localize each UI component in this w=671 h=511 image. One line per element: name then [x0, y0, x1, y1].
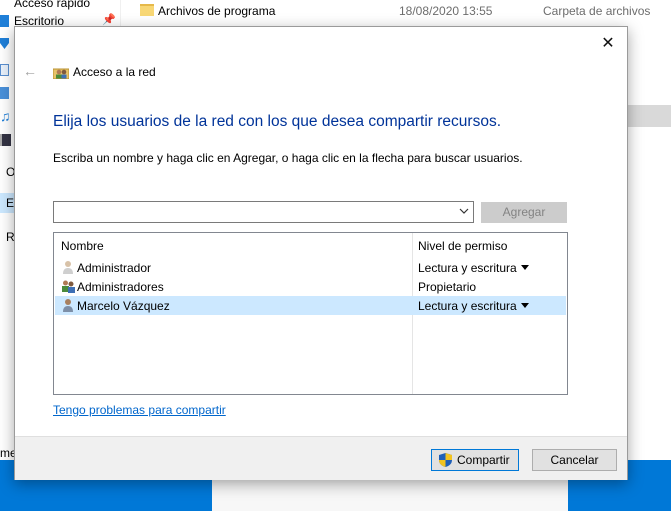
instruction-text: Escriba un nombre y haga clic en Agregar… — [53, 151, 523, 165]
user-icon — [63, 261, 73, 274]
add-button[interactable]: Agregar — [481, 202, 567, 223]
file-date: 18/08/2020 13:55 — [399, 4, 493, 18]
table-row[interactable]: Administrador Lectura y escritura — [55, 258, 566, 277]
network-access-dialog: ✕ ← Acceso a la red Elija los usuarios d… — [14, 26, 628, 480]
document-icon — [0, 64, 9, 76]
user-name: Marcelo Vázquez — [77, 299, 170, 313]
user-name-combobox[interactable] — [53, 201, 474, 223]
user-name: Administrador — [77, 261, 152, 275]
image-icon — [0, 87, 9, 99]
dialog-footer: Compartir Cancelar — [15, 436, 627, 480]
share-button[interactable]: Compartir — [431, 449, 519, 471]
caret-down-icon[interactable] — [521, 265, 529, 270]
folder-icon — [140, 4, 154, 16]
dialog-title: Acceso a la red — [73, 65, 156, 79]
download-icon — [0, 38, 9, 49]
network-users-icon — [53, 68, 69, 79]
user-icon — [63, 299, 73, 312]
desktop-icon — [0, 15, 9, 27]
nav-item-this-pc[interactable]: Es — [0, 193, 20, 213]
pin-icon: 📌 — [102, 14, 116, 26]
user-name: Administradores — [77, 280, 164, 294]
file-name: Archivos de programa — [158, 4, 276, 18]
permission-level[interactable]: Lectura y escritura — [418, 261, 517, 275]
cancel-button[interactable]: Cancelar — [532, 449, 617, 471]
file-row[interactable]: Archivos de programa 18/08/2020 13:55 Ca… — [120, 0, 671, 22]
table-row[interactable]: Marcelo Vázquez Lectura y escritura — [55, 296, 566, 315]
back-arrow-icon[interactable]: ← — [23, 63, 39, 79]
permission-level: Propietario — [418, 280, 477, 294]
uac-shield-icon — [439, 453, 452, 467]
group-icon — [62, 280, 75, 293]
chevron-down-icon[interactable] — [459, 206, 469, 216]
users-list: Nombre Nivel de permiso Administrador Le… — [53, 232, 568, 395]
permission-level[interactable]: Lectura y escritura — [418, 299, 517, 313]
table-row[interactable]: Administradores Propietario — [55, 277, 566, 296]
main-instruction: Elija los usuarios de la red con los que… — [53, 113, 502, 130]
caret-down-icon[interactable] — [521, 303, 529, 308]
column-header-permission[interactable]: Nivel de permiso — [418, 239, 507, 253]
share-button-label: Compartir — [457, 453, 510, 467]
video-icon — [0, 134, 11, 146]
music-icon: ♫ — [0, 108, 11, 124]
column-header-name[interactable]: Nombre — [61, 239, 104, 253]
file-type: Carpeta de archivos — [543, 4, 651, 18]
sharing-help-link[interactable]: Tengo problemas para compartir — [53, 403, 226, 417]
close-button[interactable]: ✕ — [597, 33, 619, 55]
